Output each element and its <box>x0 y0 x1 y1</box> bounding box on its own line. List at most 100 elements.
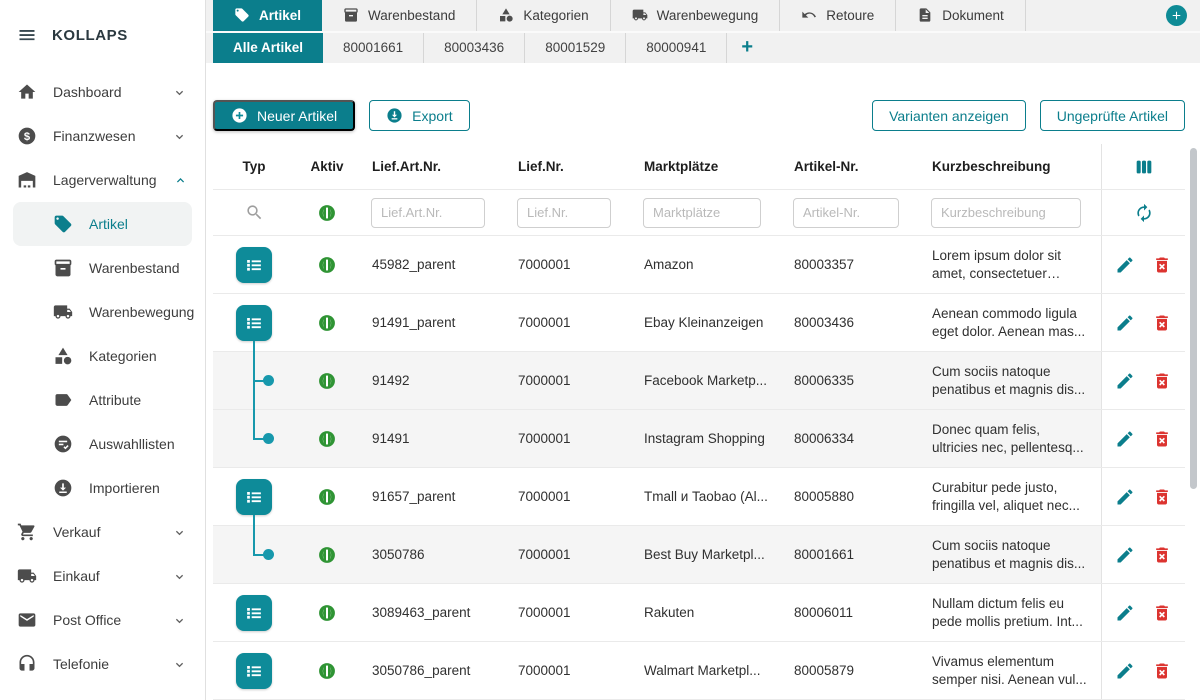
subtab-80000941[interactable]: 80000941 <box>626 33 727 63</box>
attribute-icon <box>53 390 73 410</box>
tab-dokument[interactable]: Dokument <box>896 0 1026 31</box>
filter-cell <box>505 198 631 228</box>
active-icon[interactable] <box>317 313 337 333</box>
edit-pencil-icon[interactable] <box>1115 603 1135 623</box>
dollar-icon: $ <box>17 126 37 146</box>
subtab-80001529[interactable]: 80001529 <box>525 33 626 63</box>
delete-trash-icon[interactable] <box>1152 371 1172 391</box>
subtab-80001661[interactable]: 80001661 <box>323 33 424 63</box>
column-header[interactable]: Marktplätze <box>631 159 781 174</box>
filter-input-marktpl-tze[interactable] <box>643 198 761 228</box>
delete-trash-icon[interactable] <box>1152 661 1172 681</box>
marktplaetze-cell: Ebay Kleinanzeigen <box>631 315 781 330</box>
delete-trash-icon[interactable] <box>1152 603 1172 623</box>
column-header[interactable]: Kurzbeschreibung <box>919 159 1101 174</box>
expand-variants-button[interactable] <box>236 595 272 631</box>
svg-text:$: $ <box>24 131 31 143</box>
active-icon[interactable] <box>317 429 337 449</box>
tab-artikel[interactable]: Artikel <box>213 0 322 31</box>
subtab-alle-artikel[interactable]: Alle Artikel <box>213 33 323 63</box>
sidebar-item-artikel[interactable]: Artikel <box>13 202 192 246</box>
delete-trash-icon[interactable] <box>1152 487 1172 507</box>
delete-trash-icon[interactable] <box>1152 255 1172 275</box>
active-icon[interactable] <box>317 487 337 507</box>
row-actions-cell <box>1101 294 1185 351</box>
typ-cell <box>213 352 295 409</box>
column-header[interactable]: Lief.Nr. <box>505 159 631 174</box>
sidebar-item-telefonie[interactable]: Telefonie <box>0 642 205 686</box>
sidebar-item-lagerverwaltung[interactable]: Lagerverwaltung <box>0 158 205 202</box>
tab-warenbewegung[interactable]: Warenbewegung <box>611 0 781 31</box>
column-header[interactable]: Artikel-Nr. <box>781 159 919 174</box>
edit-pencil-icon[interactable] <box>1115 545 1135 565</box>
lief-art-nr-cell: 91492 <box>359 373 505 388</box>
chevron-down-icon <box>172 85 187 100</box>
sidebar-nav: Dashboard $ Finanzwesen Lagerverwaltung … <box>0 70 205 686</box>
column-header[interactable]: Typ <box>213 159 295 174</box>
mail-icon <box>17 610 37 630</box>
typ-cell <box>213 294 295 351</box>
add-subtab-button[interactable]: + <box>727 33 767 63</box>
new-article-button[interactable]: Neuer Artikel <box>213 100 355 131</box>
edit-pencil-icon[interactable] <box>1115 255 1135 275</box>
active-icon[interactable] <box>317 603 337 623</box>
add-tab-button[interactable] <box>1166 5 1187 26</box>
cols-icon[interactable] <box>1133 156 1155 178</box>
edit-pencil-icon[interactable] <box>1115 661 1135 681</box>
unchecked-articles-button[interactable]: Ungeprüfte Artikel <box>1040 100 1185 131</box>
hamburger-menu-icon[interactable] <box>17 25 37 45</box>
table-row: 3050786_parent 7000001 Walmart Marketpl.… <box>213 642 1185 700</box>
sidebar-item-einkauf[interactable]: Einkauf <box>0 554 205 598</box>
table-row: 3050786 7000001 Best Buy Marketpl... 800… <box>213 526 1185 584</box>
active-icon[interactable] <box>317 371 337 391</box>
edit-pencil-icon[interactable] <box>1115 313 1135 333</box>
export-button[interactable]: Export <box>369 100 469 131</box>
tab-label: Warenbewegung <box>657 8 759 23</box>
sidebar-item-label: Auswahllisten <box>89 436 175 452</box>
sidebar-item-auswahllisten[interactable]: Auswahllisten <box>13 422 192 466</box>
tab-retoure[interactable]: Retoure <box>780 0 896 31</box>
sidebar-item-verkauf[interactable]: Verkauf <box>0 510 205 554</box>
active-icon[interactable] <box>317 661 337 681</box>
sidebar-item-attribute[interactable]: Attribute <box>13 378 192 422</box>
active-icon[interactable] <box>317 545 337 565</box>
sidebar-item-finanzwesen[interactable]: $ Finanzwesen <box>0 114 205 158</box>
export-label: Export <box>412 108 452 124</box>
column-header[interactable]: Aktiv <box>295 159 359 174</box>
expand-variants-button[interactable] <box>236 479 272 515</box>
delete-trash-icon[interactable] <box>1152 429 1172 449</box>
edit-pencil-icon[interactable] <box>1115 371 1135 391</box>
search-icon[interactable] <box>245 203 264 222</box>
delete-trash-icon[interactable] <box>1152 545 1172 565</box>
show-variants-button[interactable]: Varianten anzeigen <box>872 100 1026 131</box>
active-icon[interactable] <box>317 203 337 223</box>
sidebar-item-warenbestand[interactable]: Warenbestand <box>13 246 192 290</box>
filter-input-kurzbeschreibung[interactable] <box>931 198 1081 228</box>
artikel-nr-cell: 80006011 <box>781 605 919 620</box>
expand-variants-button[interactable] <box>236 305 272 341</box>
expand-variants-button[interactable] <box>236 653 272 689</box>
edit-pencil-icon[interactable] <box>1115 487 1135 507</box>
sidebar-item-dashboard[interactable]: Dashboard <box>0 70 205 114</box>
aktiv-cell <box>295 487 359 507</box>
marktplaetze-cell: Amazon <box>631 257 781 272</box>
lief-nr-cell: 7000001 <box>505 257 631 272</box>
refresh-icon[interactable] <box>1134 203 1154 223</box>
tab-kategorien[interactable]: Kategorien <box>477 0 610 31</box>
column-header[interactable]: Lief.Art.Nr. <box>359 159 505 174</box>
filter-input-lief-art-nr-[interactable] <box>371 198 485 228</box>
sidebar-item-warenbewegung[interactable]: Warenbewegung <box>13 290 192 334</box>
active-icon[interactable] <box>317 255 337 275</box>
tab-warenbestand[interactable]: Warenbestand <box>322 0 477 31</box>
sidebar-item-post-office[interactable]: Post Office <box>0 598 205 642</box>
expand-variants-button[interactable] <box>236 247 272 283</box>
subtab-80003436[interactable]: 80003436 <box>424 33 525 63</box>
delete-trash-icon[interactable] <box>1152 313 1172 333</box>
filter-input-lief-nr-[interactable] <box>517 198 611 228</box>
filter-input-artikel-nr-[interactable] <box>793 198 899 228</box>
vertical-scrollbar[interactable] <box>1190 148 1197 489</box>
typ-cell <box>213 526 295 583</box>
sidebar-item-importieren[interactable]: Importieren <box>13 466 192 510</box>
edit-pencil-icon[interactable] <box>1115 429 1135 449</box>
sidebar-item-kategorien[interactable]: Kategorien <box>13 334 192 378</box>
